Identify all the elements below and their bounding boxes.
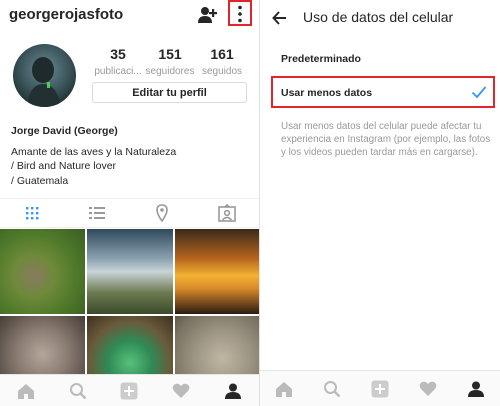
profile-icon[interactable] — [223, 381, 243, 401]
checkmark-icon — [471, 85, 487, 99]
profile-stats: 35 publicaci... 151 seguidores 161 segui… — [92, 46, 248, 77]
settings-header: Uso de datos del celular — [260, 0, 500, 36]
bottom-nav — [0, 374, 259, 406]
bottom-nav — [260, 370, 500, 406]
home-icon[interactable] — [274, 379, 294, 399]
location-icon[interactable] — [152, 204, 172, 223]
home-icon[interactable] — [16, 381, 36, 401]
option-description: Usar menos datos del celular puede afect… — [281, 121, 491, 158]
photo-thumbnail[interactable] — [87, 229, 173, 314]
following-count[interactable]: 161 seguidos — [196, 46, 248, 77]
photo-thumbnail[interactable] — [0, 229, 85, 314]
photo-thumbnail[interactable] — [175, 229, 259, 314]
stat-label: publicaci... — [94, 66, 142, 77]
profile-bio: Jorge David (George) Amante de las aves … — [11, 124, 176, 188]
option-label: Usar menos datos — [281, 87, 373, 99]
bio-line: / Bird and Nature lover — [11, 160, 117, 172]
heart-icon[interactable] — [171, 381, 191, 401]
search-icon[interactable] — [68, 381, 88, 401]
add-icon[interactable] — [370, 379, 390, 399]
stat-value: 151 — [158, 46, 182, 62]
bio-line: Amante de las aves y la Naturaleza — [11, 145, 177, 158]
use-less-data-option[interactable]: Usar menos datos — [271, 76, 495, 108]
profile-header: georgerojasfoto — [0, 0, 259, 30]
page-title: Uso de datos del celular — [303, 9, 454, 25]
profile-icon[interactable] — [466, 379, 486, 399]
add-icon[interactable] — [119, 381, 139, 401]
add-user-icon[interactable] — [196, 4, 218, 26]
followers-count[interactable]: 151 seguidores — [144, 46, 196, 77]
grid-icon[interactable] — [22, 204, 42, 222]
back-arrow-icon[interactable] — [270, 8, 290, 28]
stat-value: 35 — [110, 46, 126, 62]
more-options-icon[interactable] — [228, 0, 252, 26]
avatar[interactable] — [13, 44, 76, 107]
list-icon[interactable] — [87, 204, 107, 222]
tagged-icon[interactable] — [217, 203, 237, 222]
stat-value: 161 — [210, 46, 234, 62]
posts-count[interactable]: 35 publicaci... — [92, 46, 144, 77]
heart-icon[interactable] — [418, 379, 438, 399]
bio-line: / Guatemala — [11, 174, 69, 187]
username: georgerojasfoto — [9, 6, 124, 23]
search-icon[interactable] — [322, 379, 342, 399]
profile-screen: georgerojasfoto 35 publicaci... 151 segu… — [0, 0, 259, 406]
stat-label: seguidores — [145, 66, 195, 77]
bio-name: Jorge David (George) — [11, 125, 118, 137]
data-usage-screen: Uso de datos del celular Predeterminado … — [260, 0, 500, 406]
stat-label: seguidos — [201, 66, 243, 77]
edit-profile-button[interactable]: Editar tu perfil — [92, 82, 247, 103]
section-label: Predeterminado — [281, 53, 361, 65]
profile-tabs — [0, 198, 259, 228]
